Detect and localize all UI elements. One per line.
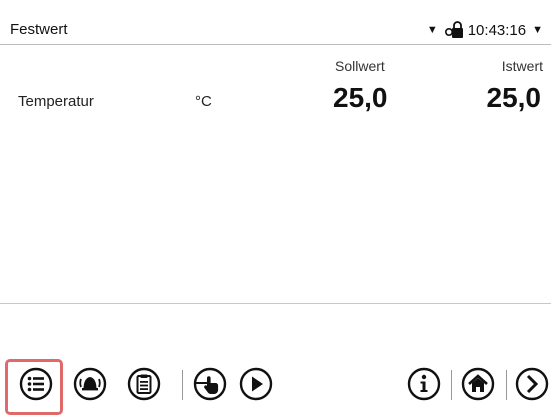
touch-button[interactable]: [188, 362, 232, 406]
separator: [506, 370, 507, 400]
home-icon: [461, 367, 495, 401]
touch-hand-icon: [193, 367, 227, 401]
column-header-istwert: Istwert: [501, 58, 543, 74]
play-icon: [239, 367, 273, 401]
page-title: Festwert: [10, 21, 68, 38]
next-button[interactable]: [510, 362, 551, 406]
clipboard-icon: [127, 367, 161, 401]
separator: [182, 370, 183, 400]
info-icon: [407, 367, 441, 401]
menu-button[interactable]: [14, 362, 58, 406]
separator: [451, 370, 452, 400]
dropdown-triangle-icon[interactable]: ▼: [532, 24, 543, 36]
alarm-bell-icon: [73, 367, 107, 401]
clock-time: 10:43:16: [467, 21, 527, 39]
status-bar: Festwert ▼ 10:43:16 ▼: [0, 17, 551, 45]
menu-icon: [19, 367, 53, 401]
info-button[interactable]: [402, 362, 446, 406]
controller-screen: Festwert ▼ 10:43:16 ▼ Sollwert Istwert T…: [0, 0, 551, 415]
next-arrow-icon: [515, 367, 549, 401]
divider: [0, 303, 551, 304]
play-button[interactable]: [234, 362, 278, 406]
home-button[interactable]: [456, 362, 500, 406]
status-right: ▼ 10:43:16 ▼: [427, 20, 543, 40]
lock-icon[interactable]: [444, 21, 466, 39]
column-header-sollwert: Sollwert: [335, 58, 385, 74]
dropdown-triangle-icon[interactable]: ▼: [427, 24, 438, 36]
setpoint-value[interactable]: 25,0: [333, 82, 388, 114]
parameter-unit: °C: [195, 93, 212, 110]
alarm-button[interactable]: [68, 362, 112, 406]
footer-toolbar: [0, 359, 551, 415]
actual-value: 25,0: [486, 82, 542, 113]
parameter-label: Temperatur: [18, 93, 94, 110]
notes-button[interactable]: [122, 362, 166, 406]
